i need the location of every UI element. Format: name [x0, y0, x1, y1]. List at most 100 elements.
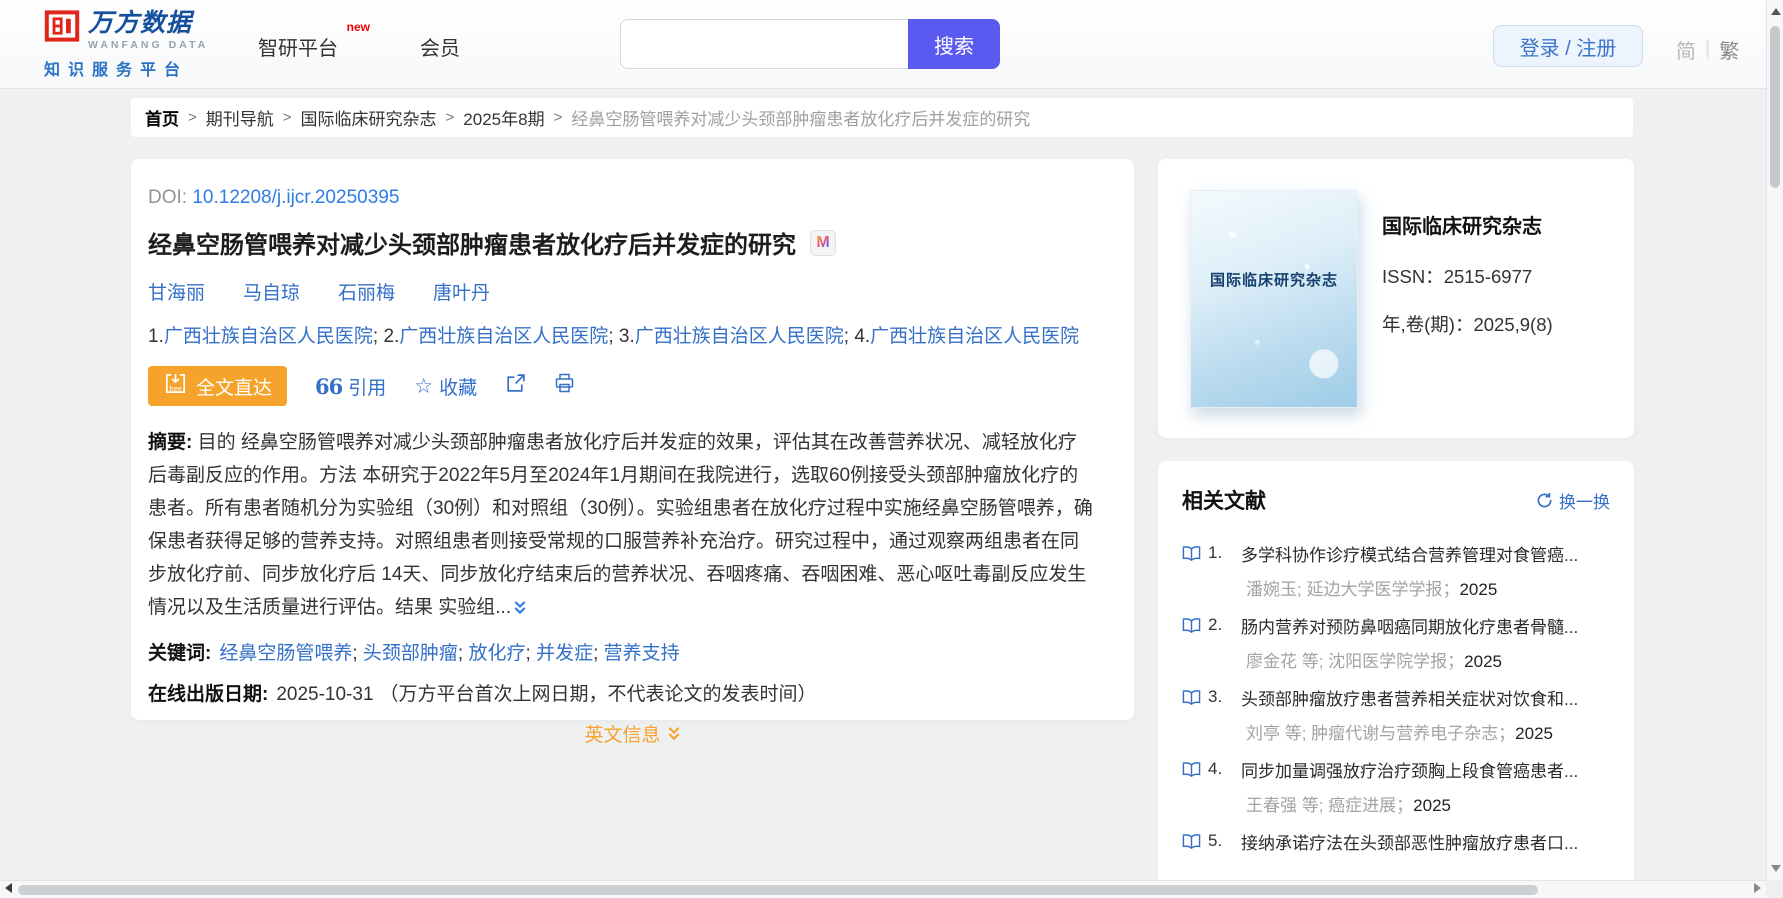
related-item-title[interactable]: 肠内营养对预防鼻咽癌同期放化疗患者骨髓...: [1241, 613, 1578, 638]
keywords-label: 关键词:: [148, 643, 212, 664]
book-icon: [1182, 617, 1201, 634]
new-badge: new: [346, 20, 370, 34]
language-toggle: 简 | 繁: [1676, 35, 1739, 64]
author-link[interactable]: 甘海丽: [148, 283, 205, 304]
keyword-list: 经鼻空肠管喂养; 头颈部肿瘤; 放化疗; 并发症; 营养支持: [219, 643, 679, 664]
vertical-scrollbar[interactable]: [1766, 0, 1783, 880]
print-button[interactable]: [554, 373, 575, 399]
affiliation-number: 4.: [854, 326, 871, 347]
journal-name[interactable]: 国际临床研究杂志: [1382, 210, 1553, 239]
fulltext-download-icon: free: [163, 371, 188, 402]
affiliation-number: 3.: [618, 326, 635, 347]
keyword-link[interactable]: 并发症: [536, 643, 593, 664]
related-item-title[interactable]: 同步加量调强放疗治疗颈胸上段食管癌患者...: [1241, 757, 1578, 782]
author-list: 甘海丽 马自琼 石丽梅 唐叶丹: [148, 278, 1117, 305]
share-icon: [505, 373, 526, 400]
book-icon: [1182, 545, 1201, 562]
search-button[interactable]: 搜索: [908, 19, 1000, 69]
related-item-authors: 潘婉玉; 延边大学医学学报；: [1246, 580, 1460, 599]
keyword-link[interactable]: 经鼻空肠管喂养: [219, 643, 352, 664]
journal-card: 国际临床研究杂志 国际临床研究杂志 ISSN：2515-6977 年,卷(期)：…: [1158, 159, 1634, 438]
collect-button[interactable]: ☆ 收藏: [414, 373, 477, 400]
keyword-separator: ;: [352, 643, 363, 664]
breadcrumb-link[interactable]: 国际临床研究杂志: [301, 105, 437, 130]
related-item-number: 4.: [1208, 759, 1223, 778]
breadcrumb: 首页 > 期刊导航 > 国际临床研究杂志 >2025年8期 > 经鼻空肠管喂养对减少头颈部肿瘤…: [131, 98, 1633, 137]
affiliation-list: 1.广西壮族自治区人民医院; 2.广西壮族自治区人民医院; 3.广西壮族自治区人…: [148, 321, 1117, 348]
metrics-m-badge[interactable]: M: [810, 229, 836, 256]
fulltext-button[interactable]: free 全文直达: [148, 366, 288, 406]
affiliation-link[interactable]: 广西壮族自治区人民医院: [635, 326, 844, 347]
keyword-link[interactable]: 营养支持: [604, 643, 680, 664]
abstract-expand-chevron-icon[interactable]: [513, 599, 527, 620]
affiliation-link[interactable]: 广西壮族自治区人民医院: [870, 326, 1079, 347]
author-link[interactable]: 马自琼: [243, 283, 300, 304]
lang-divider: |: [1705, 38, 1711, 60]
search-input[interactable]: [620, 19, 908, 69]
breadcrumb-link[interactable]: 首页: [145, 105, 179, 130]
wanfang-logo[interactable]: 万方数据 WANFANG DATA 知识服务平台: [44, 10, 244, 80]
related-item-year: 2025: [1515, 724, 1553, 743]
journal-issn: 2515-6977: [1443, 266, 1533, 287]
scroll-up-arrow[interactable]: [1771, 8, 1781, 15]
article-toolbar: free 全文直达 66 引用 ☆ 收藏: [148, 366, 1117, 406]
header: 万方数据 WANFANG DATA 知识服务平台 智研平台 new 会员 搜索 …: [0, 0, 1766, 88]
scrollbar-corner: [1766, 880, 1783, 898]
journal-cover[interactable]: 国际临床研究杂志: [1190, 190, 1358, 408]
related-item-title[interactable]: 头颈部肿瘤放疗患者营养相关症状对饮食和...: [1241, 685, 1578, 710]
svg-text:free: free: [169, 384, 181, 393]
pubdate-note: （万方平台首次上网日期，不代表论文的发表时间）: [379, 684, 817, 705]
quote-icon: 66: [315, 373, 343, 399]
keyword-link[interactable]: 头颈部肿瘤: [363, 643, 458, 664]
share-button[interactable]: [505, 373, 526, 400]
brand-tagline: 知识服务平台: [44, 62, 189, 80]
related-item-number: 5.: [1208, 831, 1223, 850]
book-icon: [1182, 833, 1201, 850]
related-item-title-row: 4. 同步加量调强放疗治疗颈胸上段食管癌患者...: [1182, 757, 1610, 781]
breadcrumb-separator: >: [445, 109, 455, 126]
breadcrumb-link[interactable]: 2025年8期: [463, 105, 544, 130]
related-item-authors: 刘亭 等; 肿瘤代谢与营养电子杂志；: [1246, 724, 1516, 743]
wanfang-logo-icon: [44, 10, 80, 47]
related-item-authors: 廖金花 等; 沈阳医学院学报；: [1246, 652, 1465, 671]
article-title: 经鼻空肠管喂养对减少头颈部肿瘤患者放化疗后并发症的研究: [148, 232, 796, 259]
breadcrumb-separator: >: [553, 109, 563, 126]
affiliation-link[interactable]: 广西壮族自治区人民医院: [164, 326, 373, 347]
horizontal-scrollbar[interactable]: [0, 880, 1766, 898]
journal-volume-row: 年,卷(期)：2025,9(8): [1382, 314, 1553, 335]
related-item-title[interactable]: 多学科协作诊疗模式结合营养管理对食管癌...: [1241, 541, 1578, 566]
related-item-source-row: 潘婉玉; 延边大学医学学报；2025: [1246, 575, 1610, 599]
related-item: 4. 同步加量调强放疗治疗颈胸上段食管癌患者... 王春强 等; 癌症进展；2025: [1182, 757, 1610, 815]
vertical-scrollbar-thumb[interactable]: [1770, 26, 1780, 188]
star-icon: ☆: [414, 374, 434, 398]
doi-link[interactable]: 10.12208/j.ijcr.20250395: [192, 187, 399, 208]
keyword-link[interactable]: 放化疗: [468, 643, 525, 664]
scroll-down-arrow[interactable]: [1771, 865, 1781, 872]
horizontal-scrollbar-thumb[interactable]: [18, 885, 1538, 895]
affiliation-link[interactable]: 广西壮族自治区人民医院: [399, 326, 608, 347]
main-nav: 智研平台 new 会员: [258, 20, 460, 61]
refresh-related-button[interactable]: 换一换: [1536, 488, 1610, 513]
scroll-right-arrow[interactable]: [1754, 883, 1761, 893]
related-item-title[interactable]: 接纳承诺疗法在头颈部恶性肿瘤放疗患者口...: [1241, 829, 1578, 854]
scroll-left-arrow[interactable]: [5, 883, 12, 893]
search-bar: 搜索: [620, 19, 1000, 69]
author-link[interactable]: 唐叶丹: [433, 283, 490, 304]
nav-item-member[interactable]: 会员: [420, 32, 460, 61]
author-link[interactable]: 石丽梅: [338, 283, 395, 304]
book-icon: [1182, 761, 1201, 778]
lang-traditional[interactable]: 繁: [1719, 35, 1739, 64]
lang-simplified[interactable]: 简: [1676, 35, 1696, 64]
breadcrumb-link[interactable]: 期刊导航: [206, 105, 274, 130]
english-info-toggle[interactable]: 英文信息: [584, 720, 680, 747]
cite-button[interactable]: 66 引用: [315, 373, 386, 400]
related-item-year: 2025: [1413, 796, 1451, 815]
related-articles-card: 相关文献 换一换 1. 多学科协作诊疗模式结合营养管理对食管癌... 潘婉玉; 延边…: [1158, 461, 1634, 898]
nav-item-zhiyan[interactable]: 智研平台 new: [258, 20, 370, 61]
affiliation-separator: ;: [843, 326, 855, 347]
journal-issn-row: ISSN：2515-6977: [1382, 266, 1533, 287]
pubdate-label: 在线出版日期:: [148, 684, 269, 705]
brand-name-en: WANFANG DATA: [88, 39, 209, 52]
login-register-button[interactable]: 登录 / 注册: [1493, 25, 1643, 67]
related-item-title-row: 2. 肠内营养对预防鼻咽癌同期放化疗患者骨髓...: [1182, 613, 1610, 637]
